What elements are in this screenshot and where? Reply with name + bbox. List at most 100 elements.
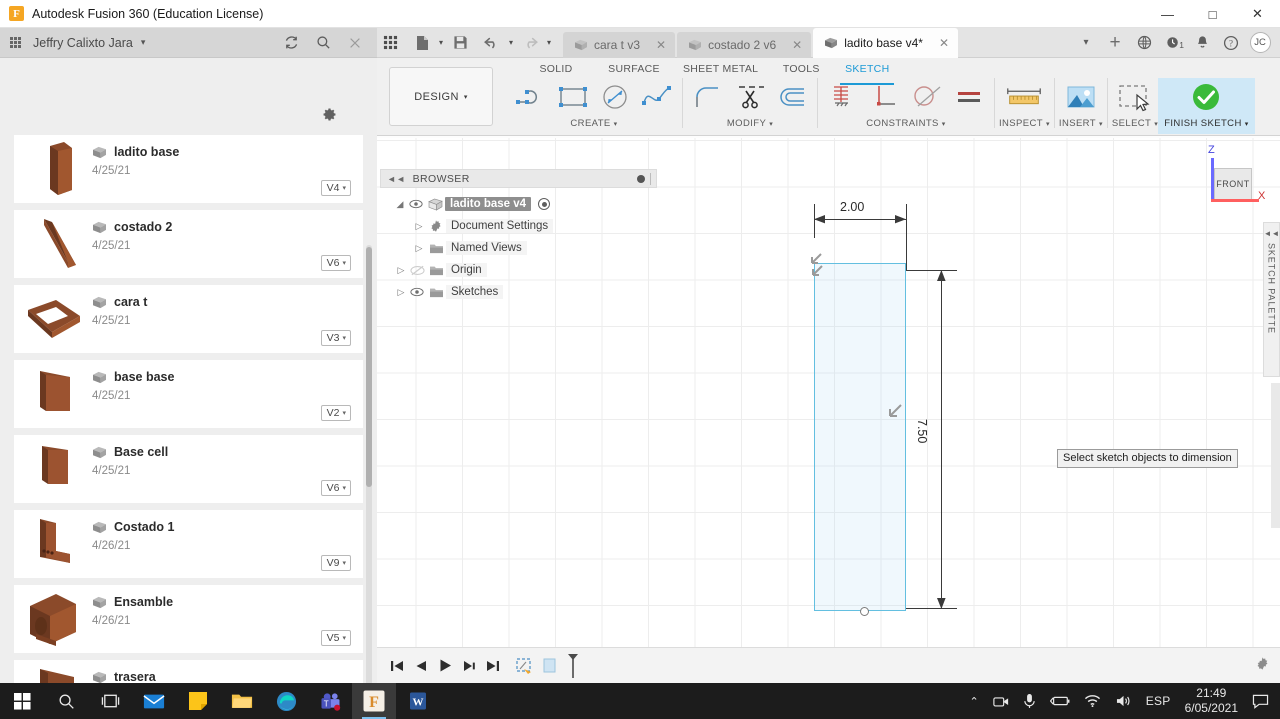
tab-overflow-icon[interactable]: ▾ bbox=[1072, 29, 1100, 57]
ribbon-group-label[interactable]: INSERT ▾ bbox=[1059, 118, 1103, 129]
account-name[interactable]: Jeffry Calixto Jara bbox=[33, 36, 133, 50]
eye-icon[interactable] bbox=[408, 287, 426, 297]
trim-icon[interactable] bbox=[729, 78, 771, 116]
view-cube-face[interactable]: FRONT bbox=[1214, 168, 1252, 200]
eye-icon[interactable] bbox=[407, 199, 425, 209]
timeline-feature-sketch[interactable] bbox=[513, 655, 537, 677]
expand-icon[interactable]: ◢ bbox=[393, 199, 407, 210]
list-item[interactable]: base base 4/25/21 V2 ▾ bbox=[14, 360, 363, 428]
new-document-icon[interactable] bbox=[409, 30, 435, 56]
mail-icon[interactable] bbox=[132, 683, 176, 719]
constraint-glyph-horizontal-vertical[interactable] bbox=[808, 246, 838, 286]
dimension-value-height[interactable]: 7.50 bbox=[915, 419, 929, 443]
word-icon[interactable]: W bbox=[396, 683, 440, 719]
eye-hidden-icon[interactable] bbox=[408, 265, 426, 276]
teams-icon[interactable]: T bbox=[308, 683, 352, 719]
expand-icon[interactable]: ▷ bbox=[412, 221, 426, 232]
timeline-marker[interactable] bbox=[561, 653, 585, 678]
list-item[interactable]: Ensamble 4/26/21 V5 ▾ bbox=[14, 585, 363, 653]
ribbon-group-label[interactable]: FINISH SKETCH ▾ bbox=[1164, 118, 1248, 129]
gear-icon[interactable] bbox=[321, 106, 339, 124]
line-icon[interactable] bbox=[510, 78, 552, 116]
equal-icon[interactable] bbox=[948, 78, 990, 116]
constraint-glyph-vertical[interactable] bbox=[885, 400, 909, 424]
collapse-icon[interactable]: ◄◄ bbox=[387, 174, 406, 184]
resize-gripper[interactable] bbox=[650, 172, 651, 185]
battery-icon[interactable] bbox=[1043, 683, 1077, 719]
new-document-caret-icon[interactable]: ▾ bbox=[435, 30, 447, 56]
redo-caret-icon[interactable]: ▾ bbox=[543, 30, 555, 56]
close-icon[interactable]: ✕ bbox=[939, 36, 949, 50]
tangent-icon[interactable] bbox=[906, 78, 948, 116]
file-explorer-icon[interactable] bbox=[220, 683, 264, 719]
step-backward-icon[interactable] bbox=[409, 651, 433, 681]
ribbon-group-label[interactable]: CONSTRAINTS ▾ bbox=[866, 118, 945, 129]
recent-data-list[interactable]: ladito base 4/25/21 V4 ▾ costado 2 4/25/… bbox=[0, 135, 377, 711]
undo-caret-icon[interactable]: ▾ bbox=[505, 30, 517, 56]
help-icon[interactable]: ? bbox=[1217, 29, 1245, 57]
people-icon[interactable] bbox=[10, 36, 24, 49]
list-item[interactable]: cara t 4/25/21 V3 ▾ bbox=[14, 285, 363, 353]
save-icon[interactable] bbox=[447, 30, 473, 56]
expand-icon[interactable]: ▷ bbox=[394, 287, 408, 298]
expand-icon[interactable]: ▷ bbox=[412, 243, 426, 254]
app-grid-icon[interactable] bbox=[377, 30, 403, 56]
list-item[interactable]: costado 2 4/25/21 V6 ▾ bbox=[14, 210, 363, 278]
volume-icon[interactable] bbox=[1108, 683, 1139, 719]
version-selector[interactable]: V2 ▾ bbox=[320, 405, 351, 421]
search-icon[interactable] bbox=[44, 683, 88, 719]
camera-icon[interactable] bbox=[986, 683, 1016, 719]
spline-icon[interactable] bbox=[636, 78, 678, 116]
tree-node-document-settings[interactable]: ▷ Document Settings bbox=[380, 215, 657, 237]
timeline-feature-extrude[interactable] bbox=[537, 655, 561, 677]
ground-icon[interactable] bbox=[822, 78, 864, 116]
ribbon-group-finish-sketch[interactable]: FINISH SKETCH ▾ bbox=[1158, 78, 1255, 134]
undo-icon[interactable] bbox=[479, 30, 505, 56]
task-view-icon[interactable] bbox=[88, 683, 132, 719]
measure-icon[interactable] bbox=[1003, 78, 1045, 116]
rectangle-icon[interactable] bbox=[552, 78, 594, 116]
play-icon[interactable] bbox=[433, 651, 457, 681]
go-to-end-icon[interactable] bbox=[481, 651, 505, 681]
chevron-down-icon[interactable]: ▾ bbox=[141, 37, 146, 48]
view-cube[interactable]: Z FRONT X bbox=[1202, 144, 1265, 206]
version-selector[interactable]: V9 ▾ bbox=[320, 555, 351, 571]
sticky-notes-icon[interactable] bbox=[176, 683, 220, 719]
tree-node-named-views[interactable]: ▷ Named Views bbox=[380, 237, 657, 259]
ribbon-group-label[interactable]: MODIFY ▾ bbox=[727, 118, 773, 129]
windows-start-icon[interactable] bbox=[0, 683, 44, 719]
bell-icon[interactable] bbox=[1188, 29, 1216, 57]
finish-check-icon[interactable] bbox=[1185, 78, 1227, 116]
wifi-icon[interactable] bbox=[1077, 683, 1108, 719]
dimension-value-width[interactable]: 2.00 bbox=[840, 200, 864, 214]
ribbon-group-label[interactable]: SELECT ▾ bbox=[1112, 118, 1158, 129]
avatar[interactable]: JC bbox=[1246, 29, 1274, 57]
gear-icon[interactable] bbox=[1255, 656, 1270, 675]
tree-node-sketches[interactable]: ▷ Sketches bbox=[380, 281, 657, 303]
ribbon-group-label[interactable]: CREATE ▾ bbox=[570, 118, 617, 129]
action-center-icon[interactable] bbox=[1245, 683, 1276, 719]
offset-icon[interactable] bbox=[771, 78, 813, 116]
sketch-origin-point[interactable] bbox=[860, 607, 869, 616]
canvas-scrollbar[interactable] bbox=[1271, 383, 1280, 528]
version-selector[interactable]: V6 ▾ bbox=[320, 255, 351, 271]
version-selector[interactable]: V3 ▾ bbox=[320, 330, 351, 346]
list-item[interactable]: Base cell 4/25/21 V6 ▾ bbox=[14, 435, 363, 503]
expand-icon[interactable]: ▷ bbox=[394, 265, 408, 276]
version-selector[interactable]: V6 ▾ bbox=[320, 480, 351, 496]
step-forward-icon[interactable] bbox=[457, 651, 481, 681]
select-window-icon[interactable] bbox=[1114, 78, 1156, 116]
language-indicator[interactable]: ESP bbox=[1139, 683, 1178, 719]
redo-icon[interactable] bbox=[517, 30, 543, 56]
ribbon-group-label[interactable]: INSPECT ▾ bbox=[999, 118, 1050, 129]
add-tab-button[interactable]: + bbox=[1101, 29, 1129, 57]
activate-component-radio[interactable] bbox=[538, 198, 551, 210]
data-panel-scrollbar[interactable] bbox=[366, 247, 372, 487]
tray-chevron-icon[interactable]: ⌃ bbox=[962, 683, 985, 719]
list-item[interactable]: Costado 1 4/26/21 V9 ▾ bbox=[14, 510, 363, 578]
minimize-button[interactable]: — bbox=[1145, 0, 1190, 28]
search-icon[interactable] bbox=[309, 30, 337, 56]
go-to-beginning-icon[interactable] bbox=[385, 651, 409, 681]
close-icon[interactable]: ✕ bbox=[656, 38, 666, 52]
list-item[interactable]: ladito base 4/25/21 V4 ▾ bbox=[14, 135, 363, 203]
